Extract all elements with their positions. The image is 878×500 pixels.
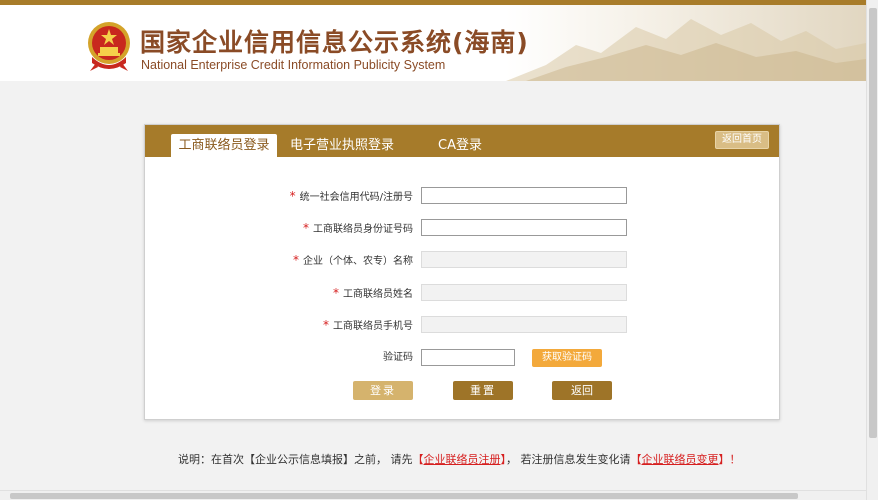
required-mark: * xyxy=(289,189,296,203)
liaison-phone-label: * 工商联络员手机号 xyxy=(323,318,413,332)
national-emblem-icon xyxy=(86,19,132,73)
site-title-cn: 国家企业信用信息公示系统(海南) xyxy=(140,28,529,57)
liaison-change-link[interactable]: 企业联络员变更 xyxy=(642,453,719,466)
login-button[interactable]: 登录 xyxy=(353,381,413,400)
login-tab-bar: 工商联络员登录 电子营业执照登录 CA登录 返回首页 xyxy=(145,125,779,157)
form-row-credit-code: * 统一社会信用代码/注册号 xyxy=(145,187,779,205)
bracket: 【 xyxy=(412,453,424,466)
instruction-note: 说明：在首次【企业公示信息填报】之前， 请先【企业联络员注册】， 若注册信息发生… xyxy=(178,451,741,467)
site-title-en: National Enterprise Credit Information P… xyxy=(141,58,446,72)
form-row-captcha: 验证码 获取验证码 xyxy=(145,349,779,367)
captcha-label: 验证码 xyxy=(383,352,413,363)
note-prefix: 说明：在首次【企业公示信息填报】之前， 请先 xyxy=(178,453,413,466)
form-row-liaison-name: * 工商联络员姓名 xyxy=(145,284,779,302)
credit-code-label: * 统一社会信用代码/注册号 xyxy=(289,189,413,203)
tab-liaison-login[interactable]: 工商联络员登录 xyxy=(171,134,277,157)
reset-button[interactable]: 重置 xyxy=(453,381,513,400)
tab-e-license-login[interactable]: 电子营业执照登录 xyxy=(285,134,399,157)
horizontal-scroll-thumb[interactable] xyxy=(10,493,798,499)
liaison-name-label: * 工商联络员姓名 xyxy=(333,286,413,300)
note-suffix: ！ xyxy=(729,453,741,466)
liaison-name-input xyxy=(421,284,627,301)
id-number-label: * 工商联络员身份证号码 xyxy=(303,221,413,235)
required-mark: * xyxy=(303,221,309,235)
required-mark: * xyxy=(323,318,329,332)
site-header: 国家企业信用信息公示系统(海南) National Enterprise Cre… xyxy=(0,5,866,81)
form-row-id-number: * 工商联络员身份证号码 xyxy=(145,219,779,237)
company-name-label: * 企业（个体、农专）名称 xyxy=(293,253,413,267)
required-mark: * xyxy=(333,286,339,300)
credit-code-input[interactable] xyxy=(421,187,627,204)
required-mark: * xyxy=(293,253,299,267)
tab-ca-login[interactable]: CA登录 xyxy=(425,134,495,157)
company-name-input xyxy=(421,251,627,268)
horizontal-scrollbar[interactable] xyxy=(0,490,866,500)
mountain-decoration xyxy=(506,5,866,81)
get-captcha-button[interactable]: 获取验证码 xyxy=(532,349,602,367)
form-row-company-name: * 企业（个体、农专）名称 xyxy=(145,251,779,269)
back-button[interactable]: 返回 xyxy=(552,381,612,400)
id-number-input[interactable] xyxy=(421,219,627,236)
return-home-button[interactable]: 返回首页 xyxy=(715,131,769,149)
bracket: 【 xyxy=(630,453,642,466)
vertical-scrollbar[interactable] xyxy=(866,0,878,500)
liaison-register-link[interactable]: 企业联络员注册 xyxy=(424,453,501,466)
form-row-liaison-phone: * 工商联络员手机号 xyxy=(145,316,779,334)
login-panel: 工商联络员登录 电子营业执照登录 CA登录 返回首页 * 统一社会信用代码/注册号… xyxy=(144,124,780,420)
vertical-scroll-thumb[interactable] xyxy=(869,8,877,438)
captcha-input[interactable] xyxy=(421,349,515,366)
liaison-phone-input xyxy=(421,316,627,333)
note-middle: ， 若注册信息发生变化请 xyxy=(506,453,631,466)
bracket: 】 xyxy=(718,453,730,466)
